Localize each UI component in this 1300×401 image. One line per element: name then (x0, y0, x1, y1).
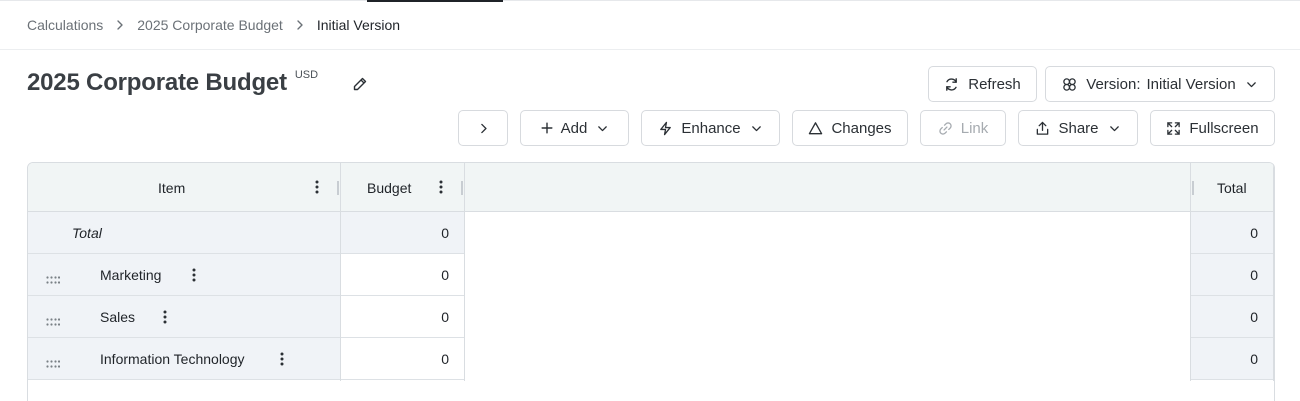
refresh-icon (946, 77, 958, 91)
drag-handle-icon[interactable] (46, 313, 61, 326)
cell-value: 0 (1250, 266, 1258, 283)
active-tab-indicator (367, 0, 503, 2)
plus-icon (541, 122, 553, 134)
link-button[interactable]: Link (920, 110, 1006, 146)
row-label: Marketing (100, 266, 162, 283)
share-button[interactable]: Share (1018, 110, 1138, 146)
page-title: 2025 Corporate Budget (27, 69, 287, 96)
budget-column-resizer[interactable] (461, 181, 463, 195)
expand-button[interactable] (458, 110, 508, 146)
currency-badge: USD (294, 69, 319, 81)
enhance-button[interactable]: Enhance (641, 110, 780, 146)
enhance-label: Enhance (681, 119, 741, 137)
refresh-button[interactable]: Refresh (928, 66, 1037, 102)
refresh-label: Refresh (968, 75, 1021, 93)
link-icon (939, 121, 952, 135)
budget-column-menu-icon[interactable] (436, 179, 446, 195)
breadcrumb-calculations[interactable]: Calculations (27, 17, 103, 33)
page-title-group: 2025 Corporate Budget USD (27, 66, 318, 100)
table-row-item[interactable]: Marketing (28, 254, 341, 296)
sales-total-cell: 0 (1191, 296, 1274, 338)
breadcrumb: Calculations 2025 Corporate Budget Initi… (27, 16, 400, 34)
pencil-icon (353, 77, 367, 91)
it-total-cell: 0 (1191, 338, 1274, 380)
chevron-right-icon (480, 123, 487, 133)
version-value: Initial Version (1146, 75, 1236, 93)
row-menu-icon[interactable] (277, 351, 287, 367)
it-budget-cell[interactable]: 0 (341, 338, 465, 380)
cell-value: 0 (441, 224, 449, 241)
table-row-item[interactable]: Information Technology (28, 338, 341, 380)
top-border (0, 0, 1300, 1)
edit-title-button[interactable] (350, 74, 370, 94)
add-label: Add (560, 119, 588, 137)
drag-handle-icon[interactable] (46, 355, 61, 368)
chevron-down-icon (751, 125, 761, 131)
add-button[interactable]: Add (520, 110, 629, 146)
total-row-total: 0 (1191, 212, 1274, 254)
chevron-right-icon (283, 19, 317, 31)
chevron-down-icon (598, 125, 608, 131)
total-row-label: Total (72, 224, 102, 241)
item-column-menu-icon[interactable] (312, 179, 322, 195)
cell-value: 0 (1250, 308, 1258, 325)
row-menu-icon[interactable] (160, 309, 170, 325)
row-label: Sales (100, 308, 136, 325)
cell-value: 0 (1250, 224, 1258, 241)
fullscreen-icon (1167, 121, 1181, 135)
column-divider (340, 163, 341, 381)
cell-value: 0 (441, 350, 449, 367)
row-label: Information Technology (100, 350, 245, 367)
share-label: Share (1058, 119, 1099, 137)
sales-budget-cell[interactable]: 0 (341, 296, 465, 338)
column-divider (464, 163, 465, 381)
total-row-budget[interactable]: 0 (341, 212, 465, 254)
marketing-budget-cell[interactable]: 0 (341, 254, 465, 296)
version-select[interactable]: Version: Initial Version (1045, 66, 1275, 102)
fullscreen-button[interactable]: Fullscreen (1150, 110, 1275, 146)
total-column-resizer[interactable] (1192, 181, 1194, 195)
version-prefix: Version: (1086, 75, 1141, 93)
chevron-down-icon (1246, 81, 1256, 87)
row-menu-icon[interactable] (189, 267, 199, 283)
fullscreen-label: Fullscreen (1189, 119, 1259, 137)
versions-icon (1063, 77, 1077, 91)
grid-header (28, 163, 1274, 212)
chevron-right-icon (103, 19, 137, 31)
budget-grid: Item Budget Total Total 0 0 Marketing 0 … (27, 162, 1275, 401)
marketing-total-cell: 0 (1191, 254, 1274, 296)
changes-button[interactable]: Changes (792, 110, 908, 146)
column-header-budget[interactable]: Budget (367, 163, 411, 212)
header-divider (0, 49, 1300, 50)
table-row-total-item: Total (28, 212, 341, 254)
column-divider (1273, 163, 1274, 381)
cell-value: 0 (441, 266, 449, 283)
drag-handle-icon[interactable] (46, 271, 61, 284)
triangle-icon (809, 121, 823, 134)
column-header-total[interactable]: Total (1217, 163, 1247, 212)
lightning-icon (660, 121, 672, 135)
cell-value: 0 (441, 308, 449, 325)
breadcrumb-budget[interactable]: 2025 Corporate Budget (137, 17, 283, 33)
chevron-down-icon (1109, 125, 1119, 131)
breadcrumb-current: Initial Version (316, 17, 401, 33)
column-header-item[interactable]: Item (158, 163, 185, 212)
item-column-resizer[interactable] (337, 181, 339, 195)
share-icon (1037, 121, 1049, 135)
cell-value: 0 (1250, 350, 1258, 367)
link-label: Link (960, 119, 989, 137)
table-row-item[interactable]: Sales (28, 296, 341, 338)
changes-label: Changes (831, 119, 892, 137)
column-divider (1190, 163, 1191, 381)
